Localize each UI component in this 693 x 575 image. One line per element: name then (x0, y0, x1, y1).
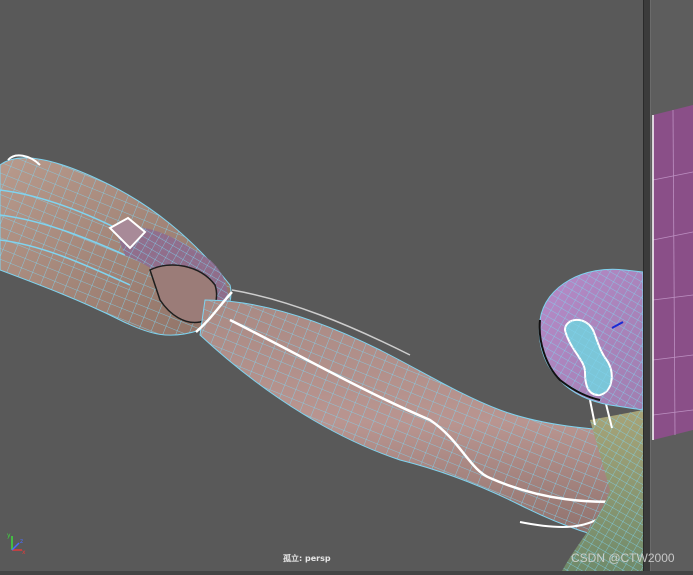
axis-y-label: y (7, 532, 11, 539)
axis-gizmo-icon: y x z (6, 530, 28, 560)
axis-x-label: x (22, 549, 26, 556)
head-mesh[interactable] (538, 268, 643, 411)
arm-mesh-scene[interactable] (0, 0, 643, 575)
axis-z-label: z (20, 538, 23, 545)
hand-mesh[interactable] (0, 154, 232, 336)
watermark: CSDN @CTW2000 (571, 551, 675, 565)
side-viewport[interactable] (651, 0, 693, 575)
panel-divider[interactable] (643, 0, 651, 575)
persp-viewport[interactable]: y x z 孤立: persp (0, 0, 643, 575)
bottom-edge (0, 571, 693, 575)
camera-label: 孤立: persp (283, 554, 331, 563)
side-mesh (652, 105, 693, 440)
